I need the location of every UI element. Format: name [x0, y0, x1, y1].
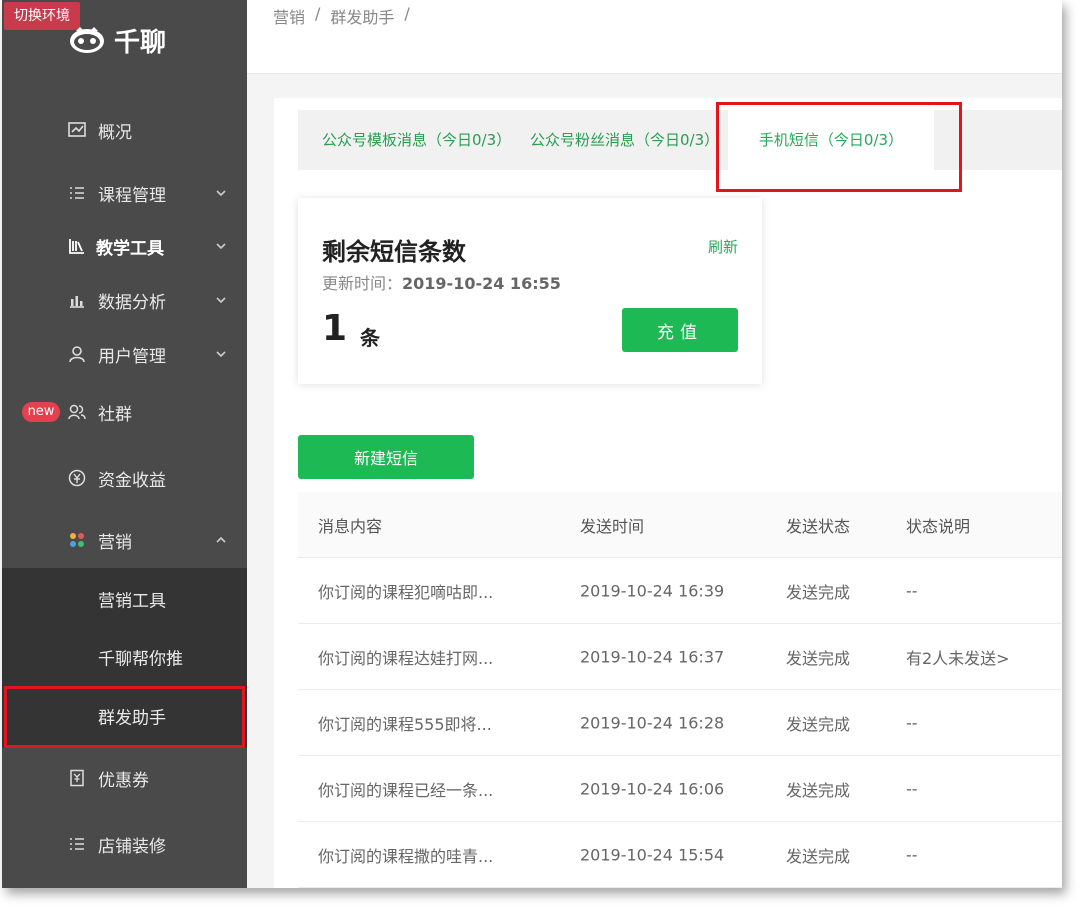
column-header: 发送状态 [786, 516, 851, 536]
sidebar-item-coupons[interactable]: 优惠券 [2, 752, 247, 804]
breadcrumb-mass-messaging: 群发助手 [330, 8, 395, 27]
column-header: 消息内容 [318, 516, 383, 536]
main-content: 公众号模板消息（今日0/3） 公众号粉丝消息（今日0/3） 手机短信（今日0/3… [274, 98, 1062, 888]
breadcrumb: 营销 / 群发助手 / [273, 4, 410, 28]
coupon-icon [70, 769, 84, 787]
highlight-box [716, 102, 962, 192]
update-time-label: 更新时间： [322, 274, 403, 293]
sidebar-item-course-management[interactable]: 课程管理 [2, 167, 247, 219]
send-status: 发送完成 [786, 714, 851, 734]
sidebar-item-label: 课程管理 [98, 185, 166, 206]
sidebar: 切换环境 千聊 概况 课程管理 教学工具 数据分析 用户管理 new 社群 资金… [2, 0, 247, 888]
sidebar-item-label: 资金收益 [98, 470, 166, 491]
sidebar-item-label: 优惠券 [98, 770, 149, 791]
sidebar-item-label: 教学工具 [96, 238, 164, 259]
top-header: 营销 / 群发助手 / [247, 0, 1062, 74]
sms-count-unit: 条 [360, 326, 380, 350]
submenu-item-marketing-tools[interactable]: 营销工具 [2, 570, 247, 628]
tab-fan-message[interactable]: 公众号粉丝消息（今日0/3） [530, 110, 719, 170]
books-icon [69, 239, 84, 254]
status-note: -- [906, 581, 918, 600]
send-time: 2019-10-24 16:06 [580, 779, 725, 798]
new-sms-button[interactable]: 新建短信 [298, 435, 474, 479]
sidebar-item-overview[interactable]: 概况 [2, 104, 247, 156]
submenu-item-label: 营销工具 [98, 591, 166, 612]
submenu-item-label: 千聊帮你推 [98, 649, 183, 670]
message-content: 你订阅的课程已经一条... [318, 780, 494, 800]
bar-chart-icon [70, 296, 84, 308]
table-row[interactable]: 你订阅的课程撒的哇青... 2019-10-24 15:54 发送完成 -- [298, 822, 1062, 888]
column-header: 发送时间 [580, 516, 645, 536]
send-status: 发送完成 [786, 648, 851, 668]
highlight-box [4, 686, 245, 748]
message-content: 你订阅的课程达娃打网... [318, 648, 494, 668]
tab-template-message[interactable]: 公众号模板消息（今日0/3） [322, 110, 511, 170]
sidebar-item-marketing[interactable]: 营销 [2, 514, 247, 566]
send-status: 发送完成 [786, 780, 851, 800]
message-content: 你订阅的课程555即将... [318, 714, 492, 734]
chart-icon [68, 122, 86, 137]
sms-table: 消息内容 发送时间 发送状态 状态说明 你订阅的课程犯嘀咕即... 2019-1… [298, 492, 1062, 888]
sidebar-item-label: 社群 [98, 404, 132, 425]
sidebar-item-revenue[interactable]: 资金收益 [2, 452, 247, 504]
new-badge: new [22, 402, 60, 422]
sidebar-item-label: 用户管理 [98, 346, 166, 367]
sidebar-item-label: 店铺装修 [98, 836, 166, 857]
logo-icon [70, 27, 104, 53]
app-window: 切换环境 千聊 概况 课程管理 教学工具 数据分析 用户管理 new 社群 资金… [2, 0, 1062, 888]
chevron-down-icon [216, 243, 226, 250]
card-title: 剩余短信条数 [322, 238, 466, 266]
send-time: 2019-10-24 16:37 [580, 647, 725, 666]
sidebar-item-teaching-tools[interactable]: 教学工具 [2, 220, 247, 272]
chevron-down-icon [216, 297, 226, 304]
message-content: 你订阅的课程犯嘀咕即... [318, 582, 494, 602]
breadcrumb-marketing[interactable]: 营销 [273, 4, 305, 28]
message-content: 你订阅的课程撒的哇青... [318, 846, 494, 866]
table-row[interactable]: 你订阅的课程犯嘀咕即... 2019-10-24 16:39 发送完成 -- [298, 558, 1062, 624]
status-note: -- [906, 779, 918, 798]
table-row[interactable]: 你订阅的课程已经一条... 2019-10-24 16:06 发送完成 -- [298, 756, 1062, 822]
brand-logo[interactable]: 千聊 [68, 22, 166, 58]
list-icon [70, 187, 84, 199]
chevron-down-icon [216, 351, 226, 358]
sidebar-item-label: 营销 [98, 532, 132, 553]
refresh-link[interactable]: 刷新 [708, 236, 738, 257]
update-time: 更新时间：2019-10-24 16:55 [322, 270, 561, 294]
sidebar-item-data-analysis[interactable]: 数据分析 [2, 274, 247, 326]
submenu-item-promote[interactable]: 千聊帮你推 [2, 628, 247, 686]
status-note: -- [906, 713, 918, 732]
brand-name: 千聊 [114, 27, 167, 58]
column-header: 状态说明 [906, 516, 971, 536]
recharge-button[interactable]: 充值 [622, 308, 738, 352]
group-icon [68, 404, 86, 420]
chevron-down-icon [216, 190, 226, 197]
grid-icon [70, 533, 84, 547]
sms-balance-card: 剩余短信条数 更新时间：2019-10-24 16:55 刷新 1 条 充值 [298, 198, 762, 384]
sidebar-item-user-management[interactable]: 用户管理 [2, 328, 247, 380]
sidebar-item-community[interactable]: new 社群 [2, 386, 247, 438]
send-status: 发送完成 [786, 846, 851, 866]
send-time: 2019-10-24 16:39 [580, 581, 725, 600]
breadcrumb-separator: / [404, 4, 410, 23]
money-icon [68, 469, 86, 487]
send-time: 2019-10-24 16:28 [580, 713, 725, 732]
sms-count: 1 [322, 308, 348, 349]
status-note: -- [906, 845, 918, 864]
update-time-value: 2019-10-24 16:55 [402, 274, 561, 293]
chevron-up-icon [216, 536, 226, 543]
table-row[interactable]: 你订阅的课程555即将... 2019-10-24 16:28 发送完成 -- [298, 690, 1062, 756]
sidebar-item-label: 数据分析 [98, 292, 166, 313]
table-row[interactable]: 你订阅的课程达娃打网... 2019-10-24 16:37 发送完成 有2人未… [298, 624, 1062, 690]
send-status: 发送完成 [786, 582, 851, 602]
sidebar-item-store-decoration[interactable]: 店铺装修 [2, 818, 247, 870]
send-time: 2019-10-24 15:54 [580, 845, 725, 864]
table-header-row: 消息内容 发送时间 发送状态 状态说明 [298, 492, 1062, 558]
list-icon [70, 838, 84, 850]
breadcrumb-separator: / [315, 4, 321, 23]
unsent-detail-link[interactable]: 有2人未发送> [906, 645, 1010, 669]
user-icon [69, 346, 85, 363]
sidebar-item-label: 概况 [98, 122, 132, 143]
